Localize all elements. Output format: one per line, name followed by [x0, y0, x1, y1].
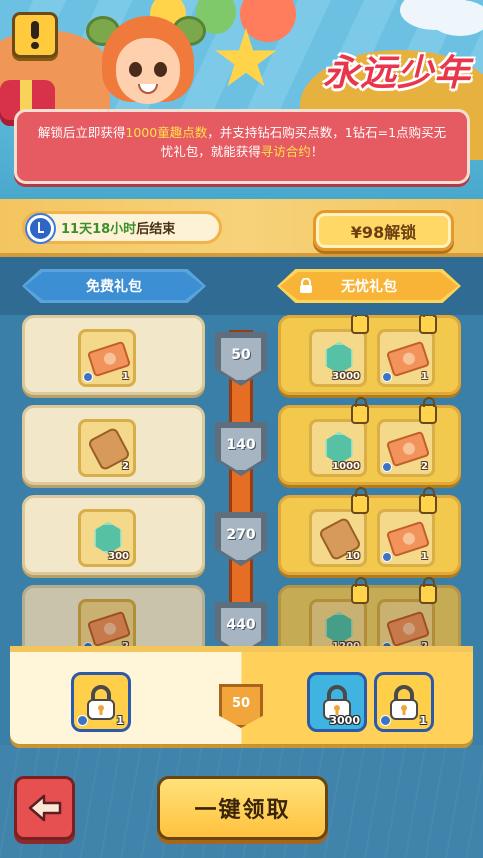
lock-icon — [351, 315, 369, 334]
arrow-left-icon — [28, 794, 61, 822]
description-suffix: ！ — [310, 144, 324, 159]
gem-icon — [325, 342, 353, 374]
reward-count: 1 — [421, 371, 428, 382]
reward-count: 3000 — [332, 371, 360, 382]
lock-icon — [419, 577, 437, 604]
reward-item[interactable]: 300 — [78, 509, 136, 567]
reward-item[interactable]: 2 — [377, 419, 435, 477]
lock-icon — [419, 315, 437, 334]
coin-icon — [380, 715, 391, 726]
reward-count: 1 — [419, 714, 427, 727]
event-title: 永远少年 — [322, 53, 471, 94]
summary-paid-reward[interactable]: 3000 — [307, 672, 367, 732]
summary-paid-reward[interactable]: 1 — [374, 672, 434, 732]
info-button[interactable] — [12, 12, 58, 58]
lock-icon — [351, 577, 369, 604]
reward-count: 1 — [116, 714, 124, 727]
reward-count: 1 — [122, 371, 129, 382]
tab-free-pack[interactable]: 免费礼包 — [25, 272, 203, 300]
description-highlight-contract: 寻访合约 — [260, 144, 311, 159]
reward-count: 3000 — [329, 714, 360, 727]
countdown-suffix: 后结束 — [136, 222, 176, 237]
mascot-eye — [154, 62, 167, 77]
reward-row: 300 270 10 1 — [0, 487, 483, 577]
back-button[interactable] — [14, 776, 75, 840]
reward-count: 1 — [421, 551, 428, 562]
reward-count: 2 — [421, 461, 428, 472]
coin-icon — [382, 552, 392, 562]
cloud-decoration — [430, 0, 483, 36]
reward-count: 10 — [346, 551, 360, 562]
reward-row: 2 140 1000 2 — [0, 397, 483, 487]
reward-row: 1 50 3000 1 — [0, 315, 483, 397]
description-highlight-points: 1000童趣点数 — [125, 125, 208, 140]
lock-icon — [351, 397, 369, 424]
reward-list[interactable]: 1 50 3000 1 2 140 1000 2 300 270 10 1 44… — [0, 315, 483, 658]
countdown-value: 11天18小时 — [61, 222, 137, 237]
paid-reward-panel: 3000 1 — [278, 315, 461, 395]
description-text: 解锁后立即获得1000童趣点数，并支持钻石购买点数，1钻石=1点购买无忧礼包，就… — [37, 123, 447, 161]
reward-item[interactable]: 1000 — [309, 419, 367, 477]
gem-icon — [325, 432, 353, 464]
reward-item[interactable]: 10 — [309, 509, 367, 567]
mascot-eye — [129, 62, 142, 77]
reward-item[interactable]: 1 — [377, 509, 435, 567]
gem-icon — [325, 612, 353, 644]
lock-icon — [390, 685, 418, 720]
reward-count: 1000 — [332, 461, 360, 472]
unlock-button[interactable]: ¥98解锁 — [313, 210, 454, 251]
lock-icon — [87, 685, 115, 720]
description-prefix: 解锁后立即获得 — [37, 125, 126, 140]
free-reward-panel: 300 — [22, 495, 205, 575]
coin-icon — [382, 372, 392, 382]
coin-icon — [382, 462, 392, 472]
reward-item[interactable]: 1 — [377, 329, 435, 387]
lock-icon — [419, 397, 437, 424]
free-reward-panel: 1 — [22, 315, 205, 395]
gem-icon — [94, 522, 122, 554]
reward-item[interactable]: 1 — [78, 329, 136, 387]
clock-icon — [27, 215, 54, 242]
summary-free-reward[interactable]: 1 — [71, 672, 131, 732]
mascot-character — [86, 12, 206, 110]
reward-count: 2 — [122, 461, 129, 472]
paid-reward-panel: 10 1 — [278, 487, 461, 575]
lock-icon — [419, 487, 437, 514]
free-reward-panel: 2 — [22, 405, 205, 485]
lock-icon — [351, 487, 369, 514]
reward-item[interactable]: 2 — [78, 419, 136, 477]
coin-icon — [77, 715, 88, 726]
paid-reward-panel: 1000 2 — [278, 397, 461, 485]
event-description: 解锁后立即获得1000童趣点数，并支持钻石购买点数，1钻石=1点购买无忧礼包，就… — [14, 109, 470, 184]
mascot-mouth — [138, 84, 158, 94]
lock-icon — [300, 278, 312, 293]
exclamation-icon — [29, 21, 41, 49]
reward-count: 300 — [108, 551, 129, 562]
reward-item[interactable]: 3000 — [309, 329, 367, 387]
countdown-timer: 11天18小时 后结束 — [22, 211, 222, 244]
coin-icon — [83, 372, 93, 382]
claim-all-button[interactable]: 一键领取 — [157, 776, 328, 840]
mascot-face — [116, 38, 180, 104]
